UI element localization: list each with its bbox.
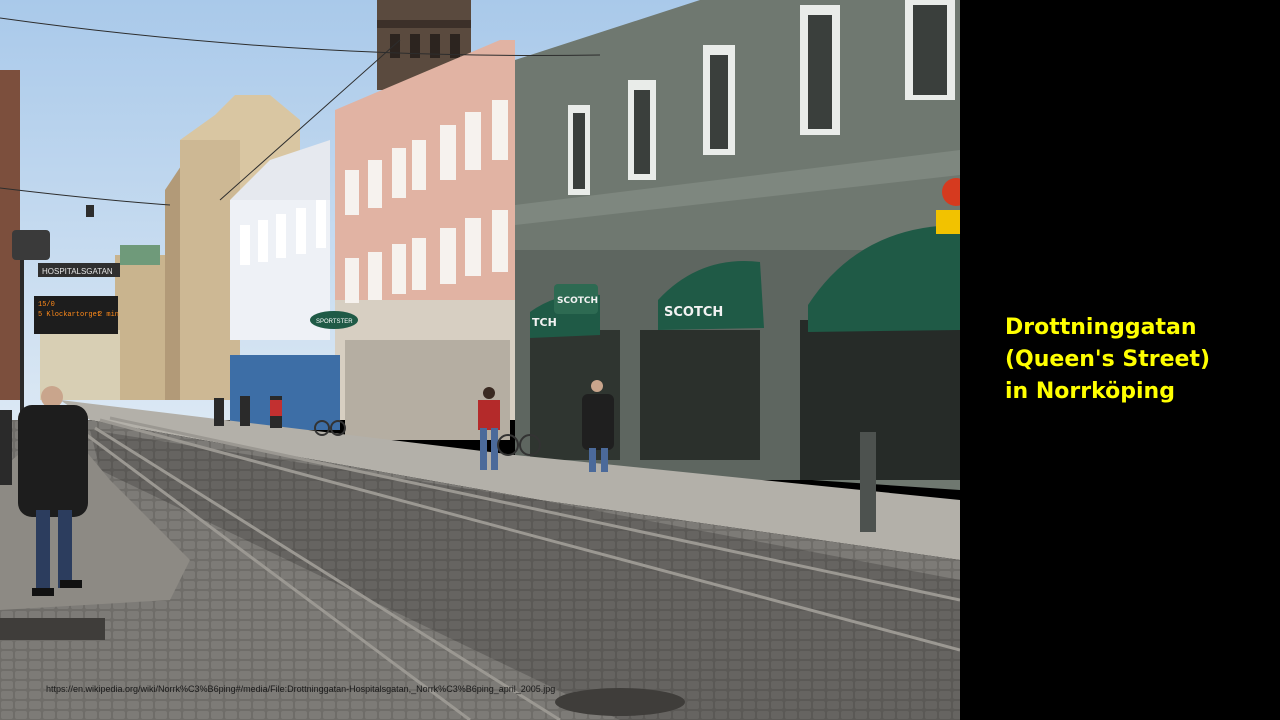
bollard bbox=[860, 432, 876, 532]
caption-line-1: Drottninggatan bbox=[1005, 315, 1197, 340]
street-lamp bbox=[12, 230, 50, 260]
drain-grate bbox=[0, 618, 105, 640]
street-photo: SCOTCH TCH SCOTCH SPORTSTER HOSPITALSGAT… bbox=[0, 0, 960, 720]
oval-sign-text: SPORTSTER bbox=[316, 319, 353, 325]
display-line-2: 5 Klockartorget bbox=[38, 311, 101, 319]
hanging-sign-text: SCOTCH bbox=[557, 296, 598, 306]
display-time: 2 min bbox=[98, 311, 119, 319]
manhole-cover bbox=[555, 688, 685, 716]
image-source-url: https://en.wikipedia.org/wiki/Norrk%C3%B… bbox=[46, 684, 556, 694]
slide-caption: Drottninggatan (Queen's Street) in Norrk… bbox=[1005, 312, 1275, 408]
display-line-1: 15/0 bbox=[38, 301, 55, 309]
awning-sign-2: SCOTCH bbox=[664, 305, 723, 320]
caption-line-3: in Norrköping bbox=[1005, 379, 1175, 404]
caption-line-2: (Queen's Street) bbox=[1005, 347, 1211, 372]
street-name-text: HOSPITALSGATAN bbox=[42, 267, 113, 276]
awning-sign-3: TCH bbox=[532, 316, 557, 329]
